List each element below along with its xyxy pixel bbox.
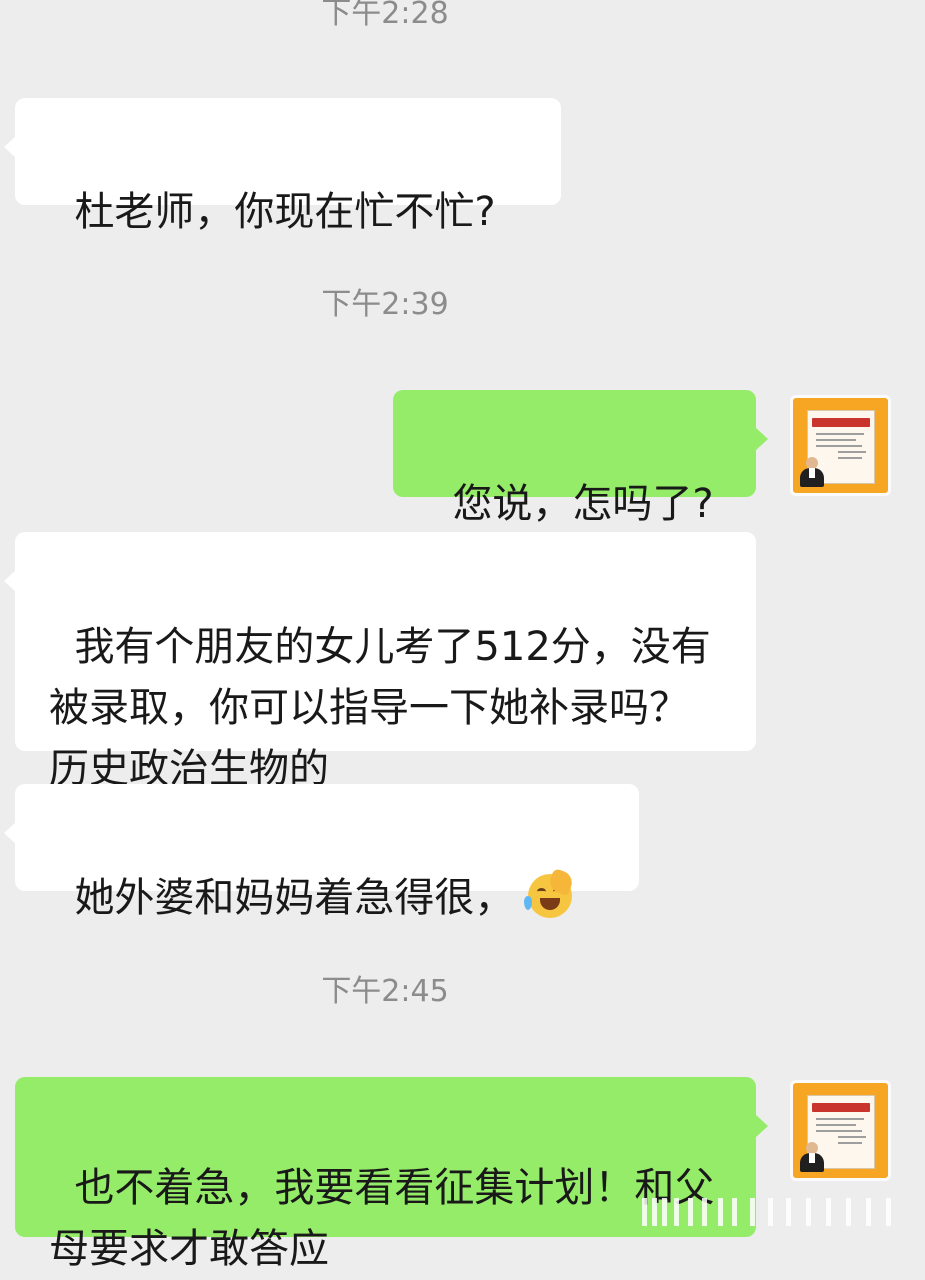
timestamp: 下午2:39 <box>321 287 449 322</box>
sender-avatar[interactable] <box>790 395 891 496</box>
message-text: 她外婆和妈妈着急得很， <box>74 875 515 921</box>
sender-avatar[interactable] <box>790 1080 891 1181</box>
incoming-message-bubble[interactable]: 我有个朋友的女儿考了512分，没有被录取，你可以指导一下她补录吗？历史政治生物的 <box>4 532 756 792</box>
timestamp: 下午2:28 <box>321 0 449 31</box>
message-text: 您说，怎吗了? <box>452 481 714 527</box>
incoming-message-bubble[interactable]: 她外婆和妈妈着急得很， <box>4 784 639 921</box>
message-text: 也不着急，我要看看征集计划！和父母要求才敢答应 <box>49 1165 715 1272</box>
message-text: 我有个朋友的女儿考了512分，没有被录取，你可以指导一下她补录吗？历史政治生物的 <box>49 624 711 792</box>
person-icon <box>799 1142 825 1172</box>
message-text: 杜老师，你现在忙不忙? <box>74 189 496 235</box>
incoming-message-bubble[interactable]: 杜老师，你现在忙不忙? <box>4 98 561 235</box>
watermark <box>640 1198 902 1228</box>
outgoing-message-bubble[interactable]: 您说，怎吗了? <box>393 390 768 527</box>
person-icon <box>799 457 825 487</box>
timestamp: 下午2:45 <box>321 974 449 1009</box>
face-palm-crying-emoji <box>524 867 576 918</box>
